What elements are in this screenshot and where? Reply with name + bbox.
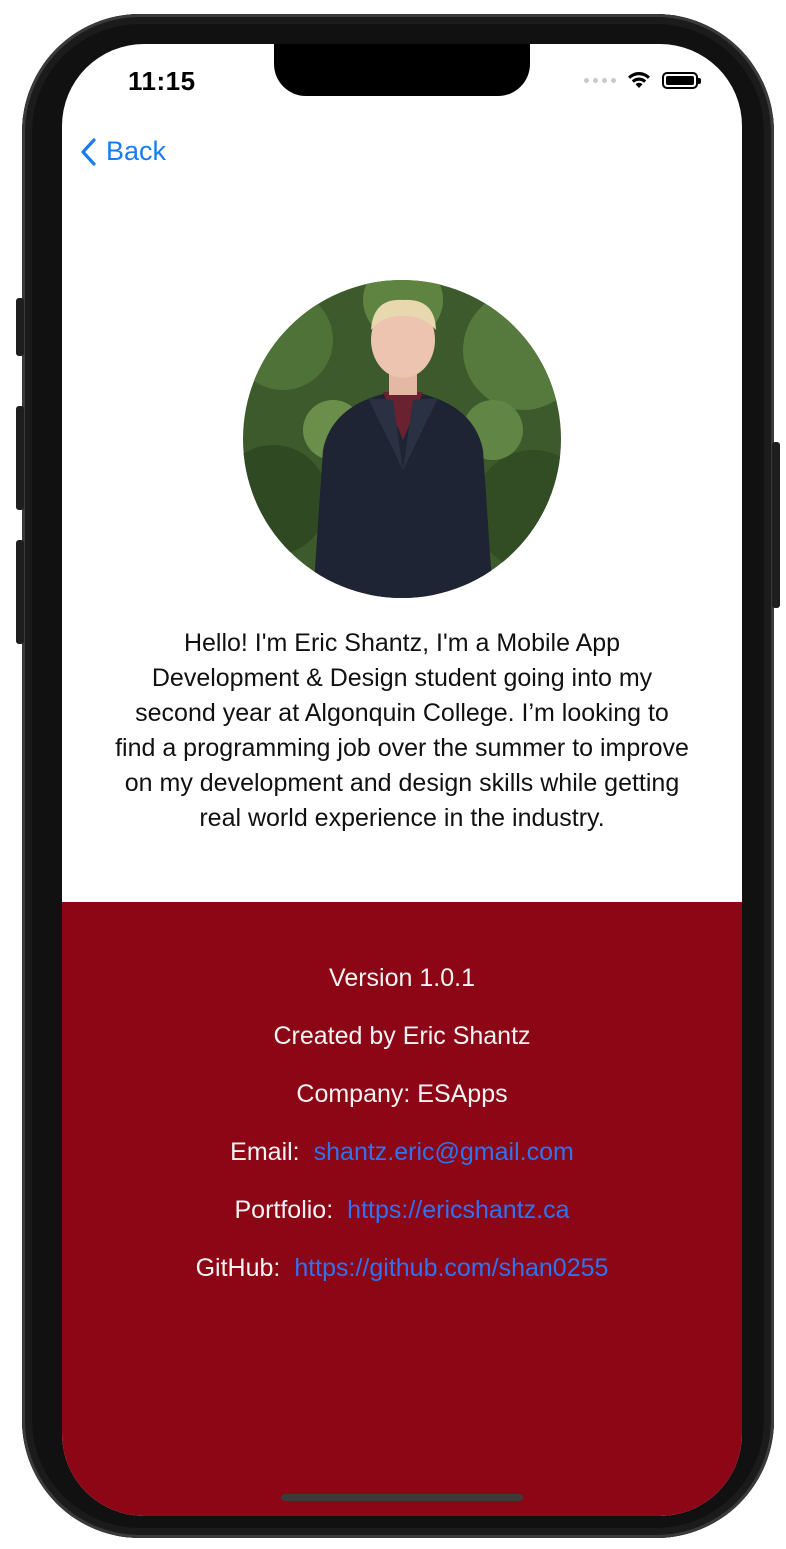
screen: 11:15 Back Hello! I'm Eric Shantz, I'm a…: [62, 44, 742, 1516]
portfolio-label: Portfolio:: [234, 1196, 334, 1224]
email-row: Email: shantz.eric@gmail.com: [62, 1138, 742, 1167]
company-label: Company: ESApps: [296, 1080, 508, 1108]
created-by-label: Created by Eric Shantz: [273, 1022, 531, 1050]
battery-icon: [662, 71, 701, 89]
status-time: 11:15: [128, 66, 196, 96]
portfolio-link[interactable]: https://ericshantz.ca: [347, 1196, 569, 1224]
home-indicator[interactable]: [281, 1494, 523, 1501]
volume-down-button: [16, 540, 24, 644]
github-label: GitHub:: [195, 1254, 281, 1282]
status-icons: [584, 70, 701, 90]
bio-text: Hello! I'm Eric Shantz, I'm a Mobile App…: [115, 629, 689, 832]
info-panel: Version 1.0.1 Created by Eric Shantz Com…: [62, 902, 742, 1516]
email-link[interactable]: shantz.eric@gmail.com: [314, 1138, 574, 1166]
email-label: Email:: [230, 1138, 300, 1166]
power-button: [772, 442, 780, 608]
chevron-left-icon: [81, 137, 96, 166]
github-link[interactable]: https://github.com/shan0255: [294, 1254, 608, 1282]
wifi-icon: [628, 72, 650, 88]
notch: [274, 44, 530, 96]
portfolio-row: Portfolio: https://ericshantz.ca: [62, 1196, 742, 1225]
github-row: GitHub: https://github.com/shan0255: [62, 1254, 742, 1283]
version-label: Version 1.0.1: [329, 964, 475, 992]
signal-icon: [584, 77, 616, 83]
silent-switch: [16, 298, 24, 356]
profile-photo: [243, 280, 561, 598]
back-label: Back: [106, 136, 167, 166]
volume-up-button: [16, 406, 24, 510]
back-button[interactable]: Back: [80, 136, 166, 167]
